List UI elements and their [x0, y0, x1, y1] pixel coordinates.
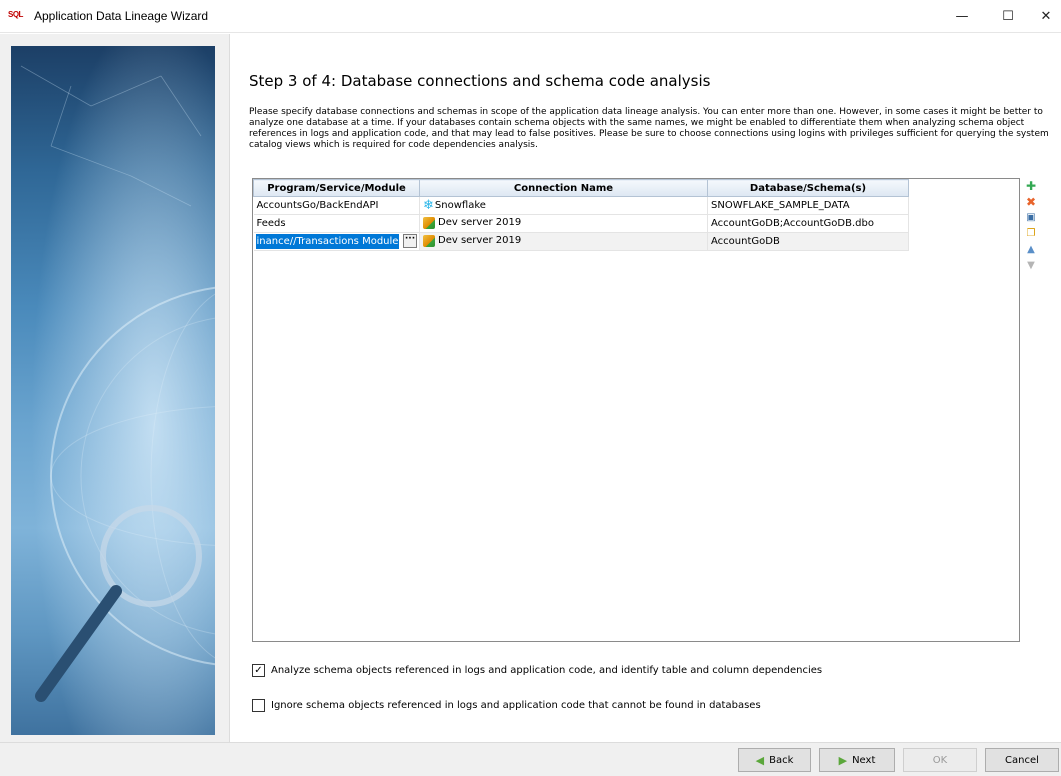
connection-cell[interactable]: ❄ Snowflake: [419, 196, 708, 215]
back-arrow-icon: ◀: [755, 753, 765, 767]
connections-grid[interactable]: Program/Service/Module Connection Name D…: [252, 178, 1020, 642]
ignore-option[interactable]: Ignore schema objects referenced in logs…: [252, 699, 761, 712]
window-title: Application Data Lineage Wizard: [34, 9, 209, 23]
table-row[interactable]: inance//Transactions Module ··· Dev serv…: [253, 232, 909, 251]
connection-name: Dev server 2019: [438, 216, 522, 228]
analyze-label[interactable]: Analyze schema objects referenced in log…: [271, 665, 822, 676]
back-label: Back: [769, 754, 794, 766]
connection-cell[interactable]: Dev server 2019: [419, 232, 708, 251]
title-bar: SQL Application Data Lineage Wizard — ☐ …: [0, 0, 1061, 33]
sql-server-icon: [423, 235, 435, 247]
step-title: Step 3 of 4: Database connections and sc…: [249, 72, 711, 90]
minimize-icon: —: [955, 9, 969, 24]
add-icon[interactable]: ✚: [1025, 180, 1037, 192]
connection-name: Snowflake: [434, 200, 486, 211]
back-button[interactable]: ◀ Back: [738, 748, 811, 772]
column-header-connection[interactable]: Connection Name: [419, 179, 708, 197]
module-cell[interactable]: AccountsGo/BackEndAPI: [253, 196, 420, 215]
browse-button[interactable]: ···: [403, 234, 417, 248]
module-edit-input[interactable]: inance//Transactions Module: [255, 234, 400, 249]
sql-server-icon: [423, 217, 435, 229]
edit-icon[interactable]: ▣: [1025, 212, 1037, 224]
maximize-icon: ☐: [1002, 9, 1014, 24]
globe-magnifier-illustration: [11, 46, 215, 735]
wizard-banner-image: [11, 46, 215, 735]
connection-name: Dev server 2019: [438, 234, 522, 246]
cancel-button[interactable]: Cancel: [985, 748, 1059, 772]
ignore-checkbox[interactable]: [252, 699, 265, 712]
table-row[interactable]: Feeds Dev server 2019 AccountGoDB;Accoun…: [253, 214, 909, 233]
side-panel: [0, 34, 229, 742]
next-button[interactable]: ▶ Next: [819, 748, 895, 772]
table-row[interactable]: AccountsGo/BackEndAPI ❄ Snowflake SNOWFLA…: [253, 196, 909, 215]
app-logo-text: SQL: [8, 10, 23, 19]
schema-cell[interactable]: SNOWFLAKE_SAMPLE_DATA: [707, 196, 909, 215]
next-label: Next: [852, 754, 876, 766]
connection-cell[interactable]: Dev server 2019: [419, 214, 708, 233]
move-up-icon[interactable]: ▲: [1025, 244, 1037, 256]
app-logo-icon: SQL: [8, 10, 30, 22]
schema-cell[interactable]: AccountGoDB: [707, 232, 909, 251]
module-cell[interactable]: Feeds: [253, 214, 420, 233]
ignore-label[interactable]: Ignore schema objects referenced in logs…: [271, 700, 761, 711]
module-cell-editing[interactable]: inance//Transactions Module ···: [253, 232, 420, 251]
grid-header-row: Program/Service/Module Connection Name D…: [253, 179, 909, 197]
minimize-button[interactable]: —: [939, 0, 985, 33]
snowflake-icon: ❄: [423, 198, 434, 213]
move-down-icon[interactable]: ▼: [1025, 260, 1037, 272]
column-header-module[interactable]: Program/Service/Module: [253, 179, 420, 197]
wizard-footer: ◀ Back ▶ Next OK Cancel: [0, 742, 1061, 776]
step-description: Please specify database connections and …: [249, 107, 1049, 150]
column-header-schema[interactable]: Database/Schema(s): [707, 179, 909, 197]
wizard-content: Step 3 of 4: Database connections and sc…: [229, 34, 1061, 742]
analyze-option[interactable]: ✓ Analyze schema objects referenced in l…: [252, 664, 822, 677]
next-arrow-icon: ▶: [838, 753, 848, 767]
delete-icon[interactable]: ✖: [1025, 196, 1037, 208]
analyze-checkbox[interactable]: ✓: [252, 664, 265, 677]
maximize-button[interactable]: ☐: [985, 0, 1031, 33]
close-icon: ✕: [1040, 9, 1052, 24]
ok-label: OK: [932, 754, 948, 766]
schema-cell[interactable]: AccountGoDB;AccountGoDB.dbo: [707, 214, 909, 233]
ok-button[interactable]: OK: [903, 748, 977, 772]
close-button[interactable]: ✕: [1031, 0, 1061, 33]
copy-icon[interactable]: ❐: [1025, 228, 1037, 240]
cancel-label: Cancel: [1005, 754, 1039, 766]
